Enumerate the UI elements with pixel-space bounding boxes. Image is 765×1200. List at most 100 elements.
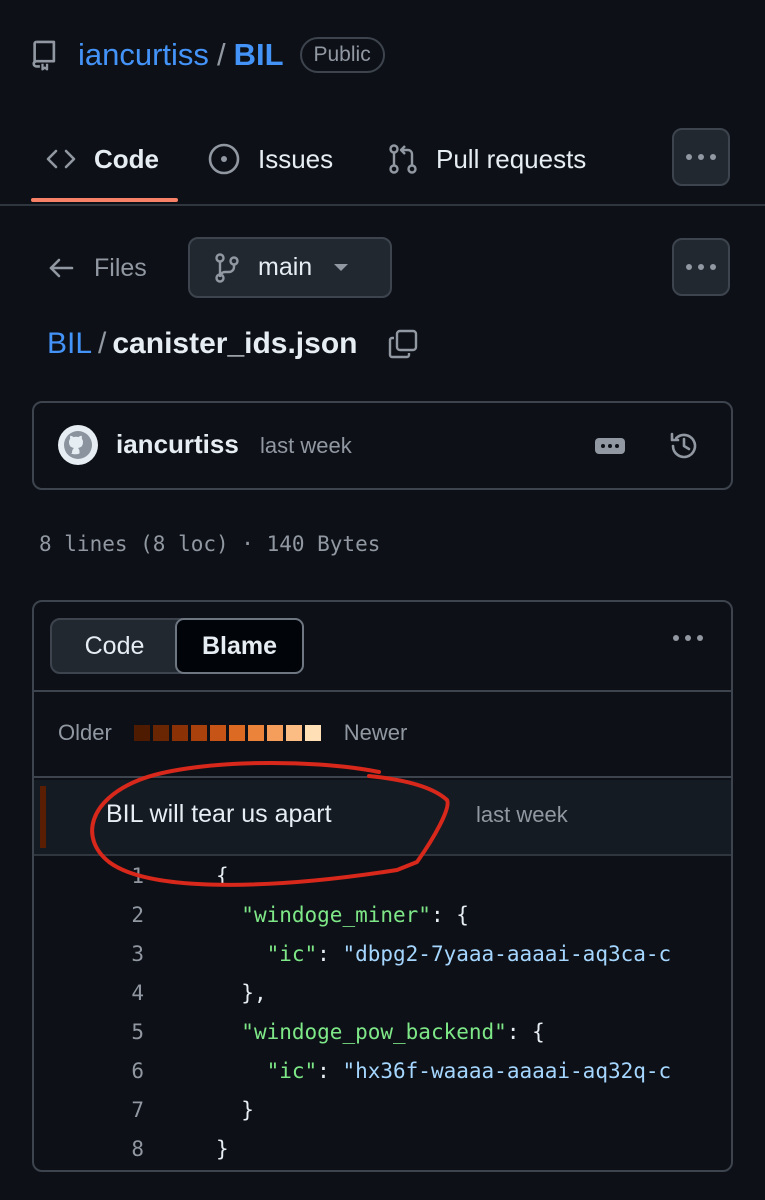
- commit-author[interactable]: iancurtiss: [116, 429, 239, 460]
- line-number[interactable]: 5: [104, 1020, 144, 1044]
- git-pull-request-icon: [389, 144, 417, 174]
- age-swatch: [171, 725, 188, 741]
- latest-commit-box: iancurtiss last week: [32, 401, 733, 490]
- copy-icon[interactable]: [387, 328, 419, 360]
- code-line: 4 },: [34, 975, 731, 1014]
- tab-pull-requests-label: Pull requests: [436, 143, 587, 174]
- token-key: "ic": [266, 1059, 318, 1083]
- kebab-horizontal-icon: [686, 154, 716, 160]
- breadcrumb-file-name: canister_ids.json: [112, 327, 358, 360]
- line-content: "ic": "hx36f-waaaa-aaaai-aq32q-c: [216, 1059, 672, 1083]
- line-number[interactable]: 6: [104, 1059, 144, 1083]
- token-tail: }: [241, 1098, 254, 1122]
- tab-code[interactable]: Code: [46, 128, 159, 190]
- tab-code-label: Code: [94, 143, 159, 174]
- age-swatches: [133, 725, 324, 741]
- arrow-left-icon: [49, 258, 74, 278]
- token-tail: {: [532, 1020, 545, 1044]
- token-value: "hx36f-waaaa-aaaai-aq32q-c: [342, 1059, 672, 1083]
- file-meta: 8 lines (8 loc) · 140 Bytes: [39, 532, 381, 556]
- files-back-label: Files: [94, 253, 147, 282]
- issue-opened-icon: [208, 143, 240, 175]
- triangle-down-icon: [334, 263, 349, 271]
- active-tab-indicator: [31, 198, 178, 202]
- commit-time: last week: [260, 433, 352, 458]
- line-number[interactable]: 3: [104, 942, 144, 966]
- files-back-link[interactable]: Files: [48, 248, 147, 288]
- token-sep: :: [317, 942, 343, 966]
- avatar[interactable]: [58, 425, 98, 465]
- github-mark-icon: [64, 431, 92, 459]
- line-content: "ic": "dbpg2-7yaaa-aaaai-aq3ca-c: [216, 942, 672, 966]
- blame-view-button[interactable]: Blame: [175, 618, 304, 674]
- line-number[interactable]: 8: [104, 1137, 144, 1161]
- older-label: Older: [58, 720, 112, 745]
- line-number[interactable]: 4: [104, 981, 144, 1005]
- age-swatch: [304, 725, 321, 741]
- token-tail: },: [241, 981, 267, 1005]
- file-actions-more-button[interactable]: [672, 238, 730, 296]
- tabs-more-button[interactable]: [672, 128, 730, 186]
- newer-label: Newer: [343, 720, 408, 745]
- age-swatch: [133, 725, 150, 741]
- token-key: "windoge_pow_backend": [241, 1020, 507, 1044]
- line-content: },: [216, 981, 267, 1005]
- tab-issues-label: Issues: [258, 143, 334, 174]
- code-line: 3 "ic": "dbpg2-7yaaa-aaaai-aq3ca-c: [34, 936, 731, 975]
- ellipsis-icon[interactable]: [594, 435, 626, 457]
- age-swatch: [247, 725, 264, 741]
- repo-header: iancurtiss / BIL Public: [32, 30, 385, 80]
- age-legend: Older Newer: [58, 719, 407, 747]
- branch-select-button[interactable]: main: [188, 237, 392, 298]
- code-view-button[interactable]: Code: [52, 620, 177, 672]
- age-swatch: [190, 725, 207, 741]
- age-swatch: [209, 725, 226, 741]
- line-content: }: [216, 1137, 229, 1161]
- repo-icon: [32, 40, 56, 71]
- token-tail: }: [216, 1137, 229, 1161]
- tab-issues[interactable]: Issues: [208, 128, 333, 190]
- blame-commit-time: last week: [476, 802, 568, 827]
- token-key: "ic": [266, 942, 318, 966]
- breadcrumb-repo-link[interactable]: BIL: [47, 327, 92, 361]
- breadcrumb-separator: /: [98, 327, 107, 360]
- age-swatch: [228, 725, 245, 741]
- token-sep: :: [317, 1059, 343, 1083]
- repo-tabs: Code Issues Pull requests: [0, 128, 765, 206]
- token-key: "windoge_miner": [241, 903, 431, 927]
- git-branch-icon: [215, 252, 239, 283]
- age-swatch: [152, 725, 169, 741]
- kebab-horizontal-icon[interactable]: [672, 634, 704, 642]
- code-icon: [46, 149, 76, 169]
- token-value: "dbpg2-7yaaa-aaaai-aq3ca-c: [342, 942, 672, 966]
- line-content: "windoge_miner": {: [216, 903, 469, 927]
- kebab-horizontal-icon: [686, 264, 716, 270]
- branch-name: main: [258, 253, 313, 281]
- repo-name-link[interactable]: BIL: [234, 37, 284, 73]
- age-swatch: [266, 725, 283, 741]
- line-number[interactable]: 7: [104, 1098, 144, 1122]
- age-swatch: [285, 725, 302, 741]
- history-icon[interactable]: [667, 429, 701, 463]
- code-lines: 1{2 "windoge_miner": {3 "ic": "dbpg2-7ya…: [34, 858, 731, 1170]
- token-tail: {: [456, 903, 469, 927]
- divider: [34, 690, 731, 692]
- tab-pull-requests[interactable]: Pull requests: [388, 128, 586, 190]
- visibility-badge: Public: [299, 37, 385, 73]
- line-number[interactable]: 2: [104, 903, 144, 927]
- line-content: }: [216, 1098, 254, 1122]
- code-line: 2 "windoge_miner": {: [34, 897, 731, 936]
- annotation-oval: [90, 760, 450, 887]
- repo-owner-link[interactable]: iancurtiss: [78, 37, 209, 73]
- code-line: 5 "windoge_pow_backend": {: [34, 1014, 731, 1053]
- file-breadcrumb: BIL / canister_ids.json: [47, 322, 419, 366]
- blame-container: Code Blame Older Newer BIL will tear us …: [32, 600, 733, 1172]
- view-toggle: Code Blame: [50, 618, 304, 674]
- line-content: "windoge_pow_backend": {: [216, 1020, 545, 1044]
